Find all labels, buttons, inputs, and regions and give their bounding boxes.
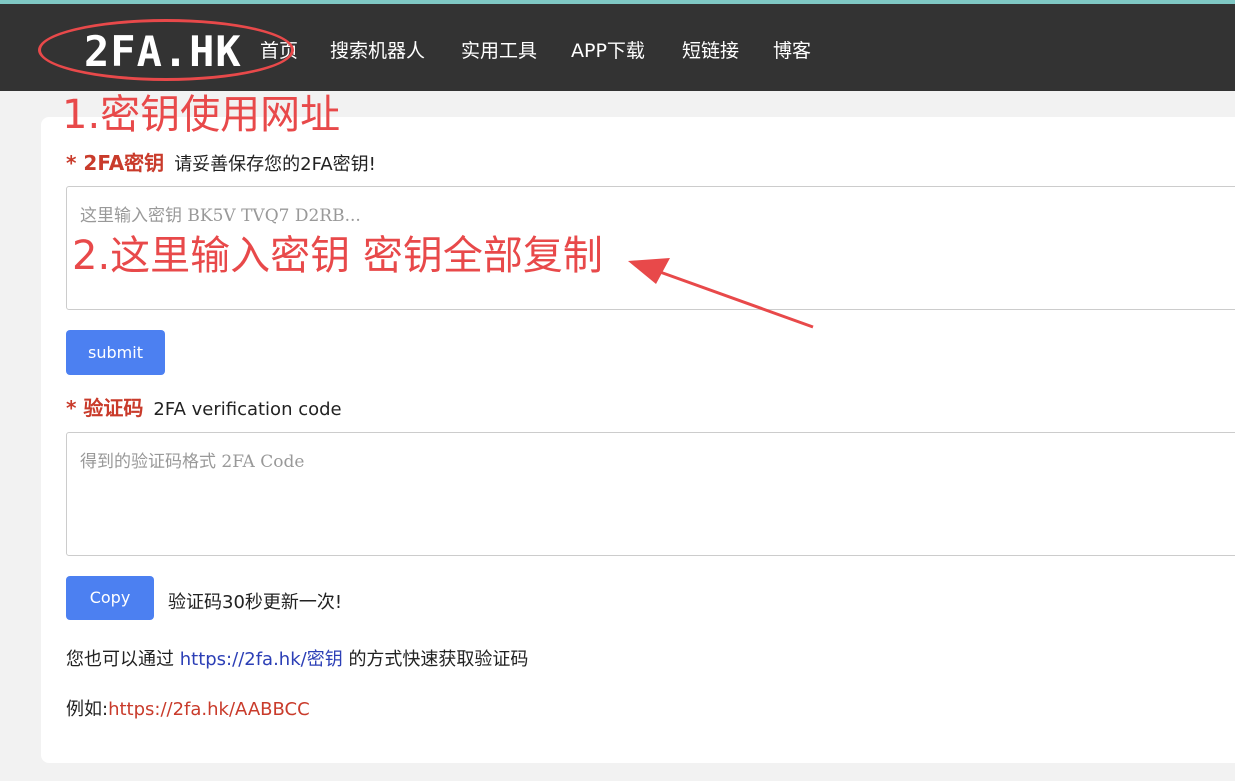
nav-search-bot[interactable]: 搜索机器人 xyxy=(330,38,425,64)
example-line: 例如:https://2fa.hk/AABBCC xyxy=(66,695,310,721)
secret-required-label: * 2FA密钥 xyxy=(66,151,165,175)
secret-label-row: * 2FA密钥 请妥善保存您的2FA密钥! xyxy=(66,147,376,176)
code-required-label: * 验证码 xyxy=(66,396,144,420)
code-placeholder: 得到的验证码格式 2FA Code xyxy=(80,452,305,472)
annotation-step2: 2.这里输入密钥 密钥全部复制 xyxy=(72,233,603,279)
nav-home[interactable]: 首页 xyxy=(260,38,298,64)
copy-button[interactable]: Copy xyxy=(66,576,154,620)
example-link[interactable]: https://2fa.hk/AABBCC xyxy=(108,699,310,720)
nav-short-link[interactable]: 短链接 xyxy=(682,38,739,64)
submit-button[interactable]: submit xyxy=(66,330,165,375)
url-hint-line: 您也可以通过 https://2fa.hk/密钥 的方式快速获取验证码 xyxy=(66,645,528,671)
secret-placeholder: 这里输入密钥 BK5V TVQ7 D2RB... xyxy=(80,206,361,226)
code-label-row: * 验证码 2FA verification code xyxy=(66,392,342,421)
code-output-field[interactable]: 得到的验证码格式 2FA Code xyxy=(66,432,1235,556)
url-pattern-link[interactable]: https://2fa.hk/密钥 xyxy=(180,649,343,670)
annotation-step1: 1.密钥使用网址 xyxy=(62,92,341,138)
code-hint: 2FA verification code xyxy=(153,399,342,420)
url-hint-prefix: 您也可以通过 xyxy=(66,649,174,670)
site-logo[interactable]: 2FA.HK xyxy=(84,28,242,76)
url-hint-suffix: 的方式快速获取验证码 xyxy=(348,649,529,670)
secret-hint: 请妥善保存您的2FA密钥! xyxy=(174,154,376,175)
nav-tools[interactable]: 实用工具 xyxy=(461,38,537,64)
navbar: 2FA.HK 首页 搜索机器人 实用工具 APP下载 短链接 博客 xyxy=(0,4,1235,91)
nav-app-download[interactable]: APP下载 xyxy=(571,38,645,64)
nav-blog[interactable]: 博客 xyxy=(773,38,811,64)
annotation-arrow-icon xyxy=(628,258,814,329)
example-label: 例如: xyxy=(66,699,109,720)
refresh-note: 验证码30秒更新一次! xyxy=(168,592,343,613)
